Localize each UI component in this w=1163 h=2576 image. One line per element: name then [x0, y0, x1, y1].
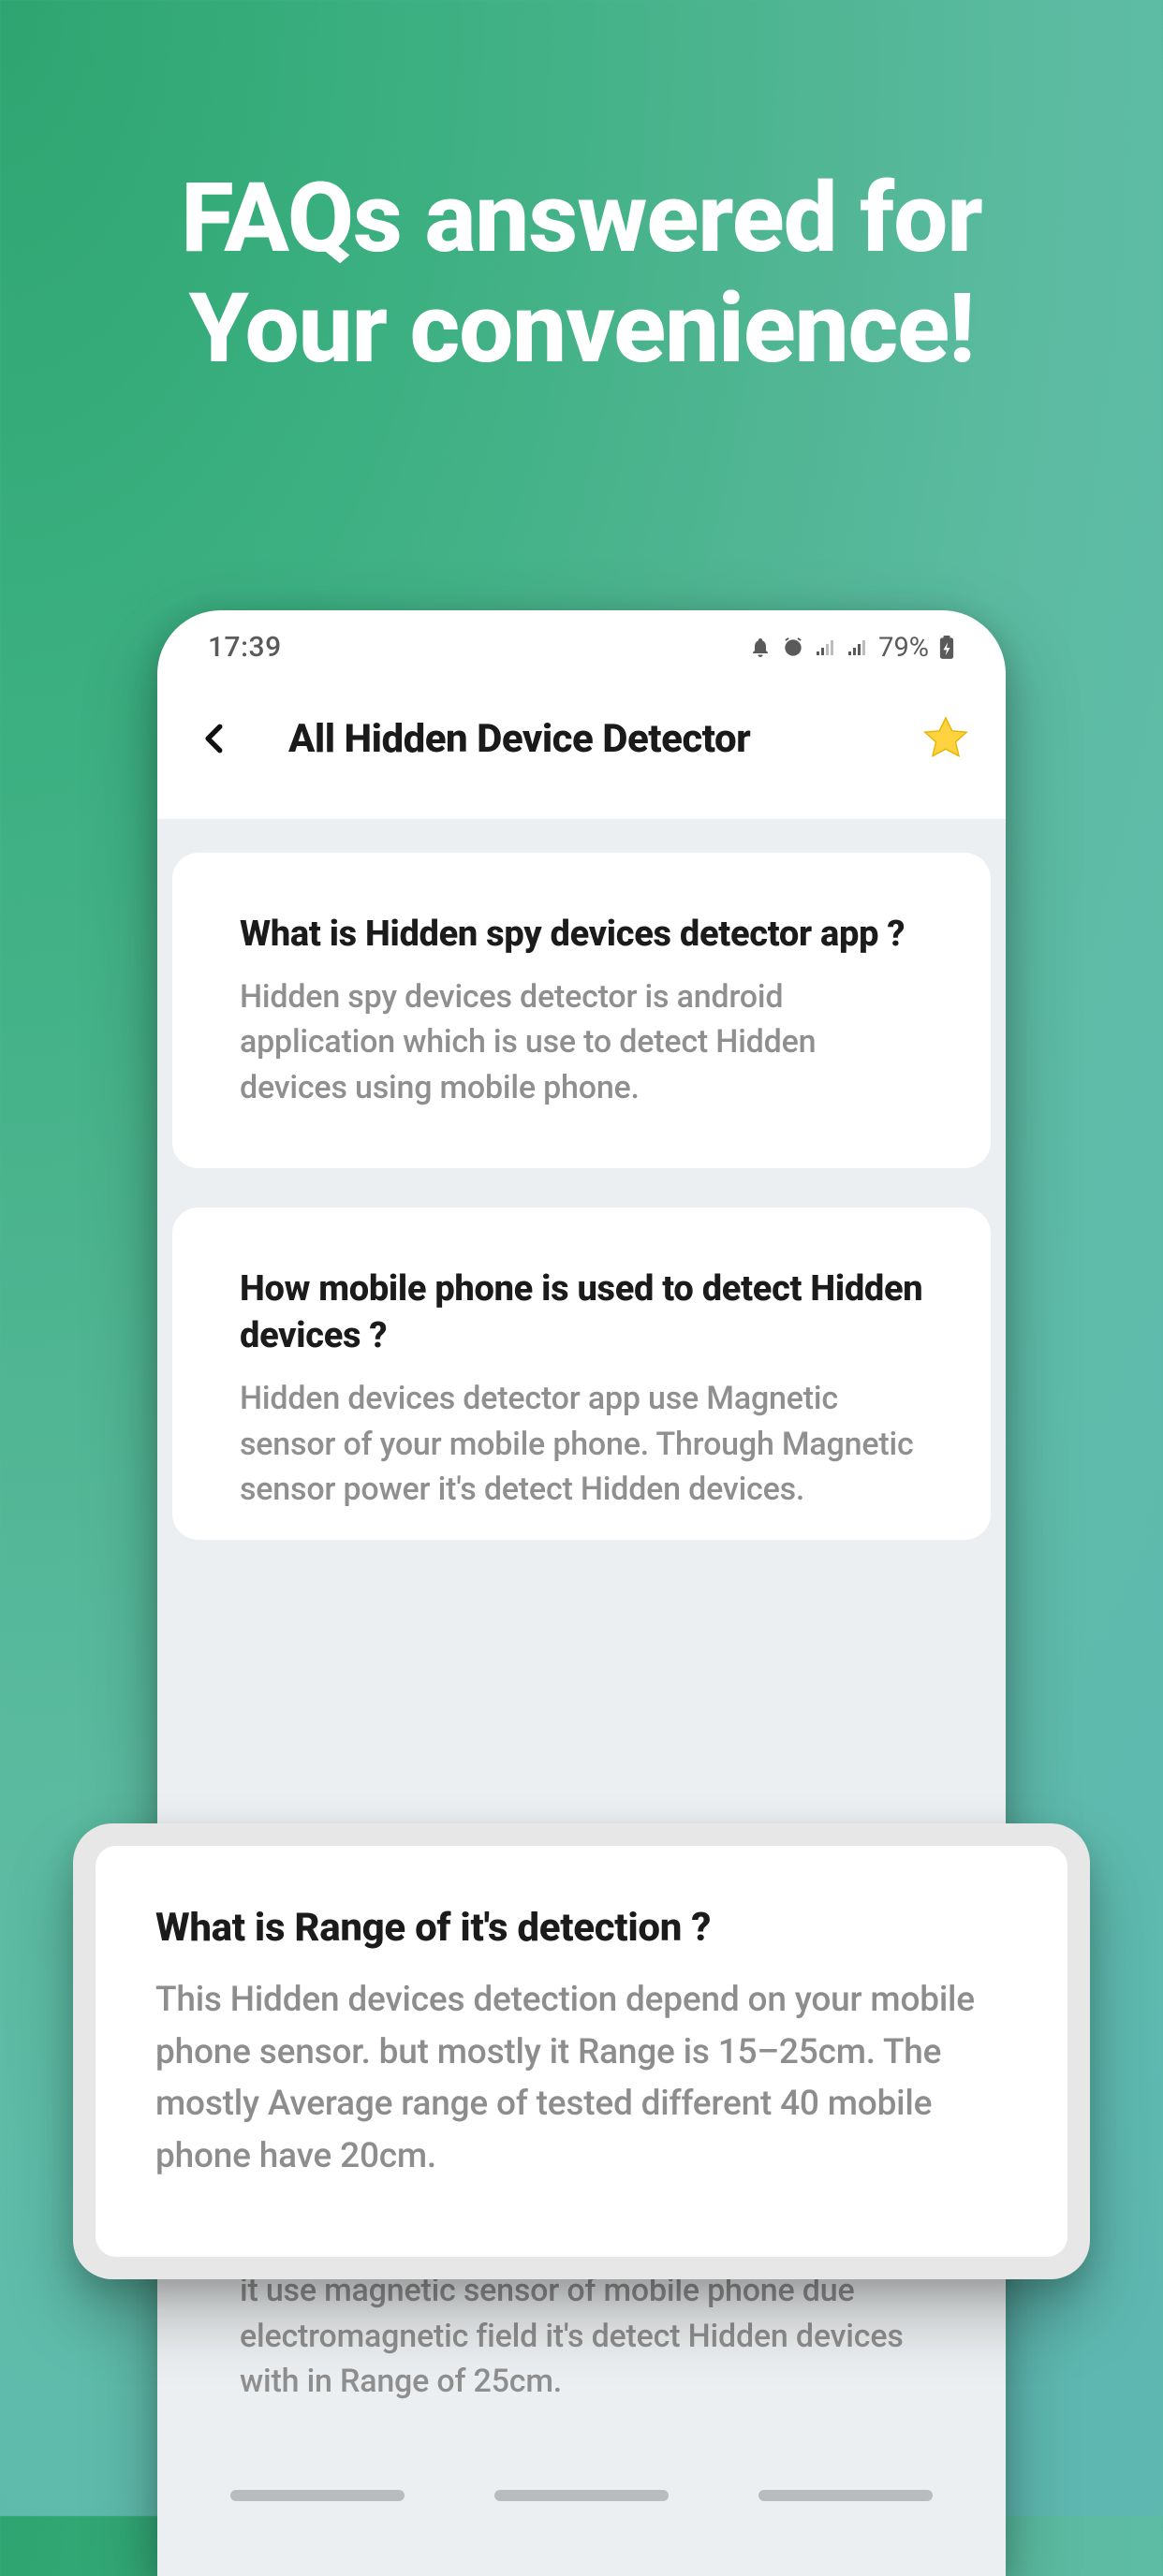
- status-bar: 17:39 79%: [157, 610, 1006, 671]
- faq-question: What is Range of it's detection ?: [155, 1902, 1008, 1954]
- faq-answer: Hidden devices detector app use Magnetic…: [240, 1376, 923, 1512]
- faq-question: What is Hidden spy devices detector app …: [240, 911, 923, 958]
- chevron-left-icon: [198, 721, 233, 756]
- gesture-bar-recent[interactable]: [230, 2490, 405, 2501]
- app-title: All Hidden Device Detector: [288, 716, 918, 762]
- faq-answer: This Hidden devices detection depend on …: [155, 1974, 1008, 2182]
- faq-card[interactable]: What is Hidden spy devices detector app …: [172, 853, 991, 1168]
- signal-icon: [815, 637, 837, 659]
- status-right-cluster: 79%: [749, 632, 955, 664]
- alarm-icon: [781, 636, 805, 660]
- app-bar: All Hidden Device Detector: [157, 671, 1006, 819]
- battery-charging-icon: [938, 636, 955, 660]
- back-button[interactable]: [189, 712, 242, 765]
- gesture-bar-home[interactable]: [494, 2490, 669, 2501]
- faq-card[interactable]: How mobile phone is used to detect Hidde…: [172, 1208, 991, 1540]
- rate-button[interactable]: [918, 710, 974, 767]
- faq-content-area[interactable]: What is Hidden spy devices detector app …: [157, 819, 1006, 2576]
- gesture-nav-bars: [157, 2490, 1006, 2501]
- status-time: 17:39: [208, 631, 282, 664]
- signal-icon-2: [846, 637, 869, 659]
- star-icon: [920, 712, 972, 765]
- hero-title-line2: Your convenience!: [189, 272, 975, 386]
- gesture-bar-back[interactable]: [758, 2490, 933, 2501]
- faq-answer: Hidden spy devices detector is android a…: [240, 974, 923, 1110]
- hero-title: FAQs answered for Your convenience!: [0, 0, 1163, 386]
- battery-text: 79%: [878, 632, 929, 664]
- phone-frame: 17:39 79% All Hidden Device Detector: [157, 610, 1006, 2576]
- notification-icon: [749, 637, 772, 659]
- faq-card-highlighted[interactable]: What is Range of it's detection ? This H…: [73, 1823, 1090, 2279]
- faq-question: How mobile phone is used to detect Hidde…: [240, 1266, 923, 1359]
- faq-card-highlighted-inner: What is Range of it's detection ? This H…: [96, 1846, 1067, 2257]
- hero-title-line1: FAQs answered for: [181, 162, 981, 275]
